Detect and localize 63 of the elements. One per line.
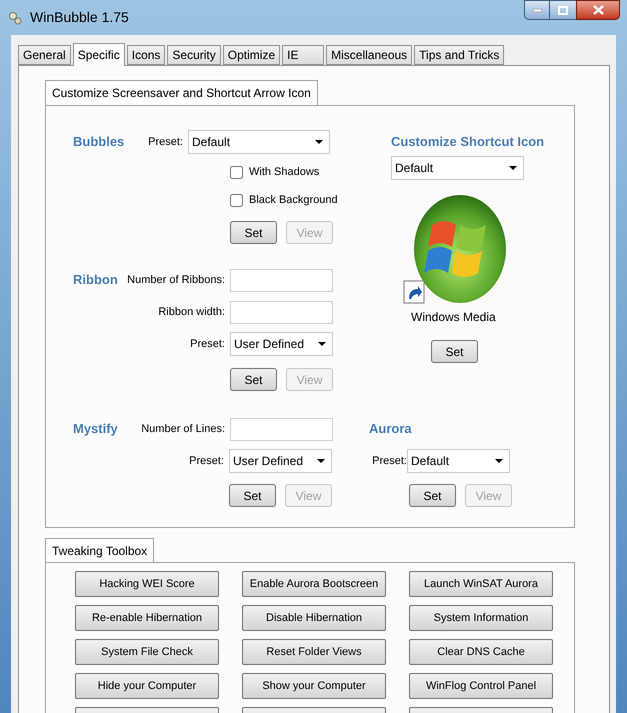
tab[interactable]: IE bbox=[282, 45, 324, 65]
close-button[interactable] bbox=[576, 0, 620, 20]
input-field[interactable] bbox=[230, 300, 333, 324]
toolbox-button[interactable]: Clear DNS Cache bbox=[409, 639, 553, 665]
checkbox[interactable] bbox=[230, 166, 243, 179]
set-button[interactable]: Set bbox=[431, 340, 478, 363]
section-title: Bubbles bbox=[73, 133, 124, 152]
field-label: Preset: bbox=[189, 336, 226, 352]
tab[interactable]: Optimize bbox=[222, 45, 280, 65]
caret-icon bbox=[318, 342, 326, 346]
toolbox-button[interactable]: System Information bbox=[409, 605, 553, 631]
dropdown[interactable]: User Defined bbox=[229, 449, 332, 473]
tab[interactable]: Tips and Tricks bbox=[414, 45, 504, 65]
field-label: Preset: bbox=[371, 454, 407, 469]
caret-icon bbox=[509, 166, 517, 170]
caret-icon bbox=[315, 140, 323, 144]
input-field[interactable] bbox=[230, 418, 333, 440]
dropdown[interactable]: Default bbox=[407, 449, 510, 473]
field-label: Preset: bbox=[188, 454, 225, 469]
set-button[interactable]: Set bbox=[230, 368, 277, 391]
icon-caption: Windows Media bbox=[411, 308, 497, 326]
field-label: Number of Lines: bbox=[140, 422, 226, 437]
tab[interactable]: Miscellaneous bbox=[326, 45, 412, 65]
set-button[interactable]: Set bbox=[409, 484, 456, 507]
minimize-icon bbox=[532, 8, 542, 12]
field-label: Number of Ribbons: bbox=[126, 272, 226, 288]
checkbox-label: With Shadows bbox=[249, 165, 320, 180]
bubble-app-icon bbox=[8, 10, 22, 24]
toolbox-button[interactable]: Disable Hibernation bbox=[242, 605, 386, 631]
tab[interactable]: Specific bbox=[72, 43, 125, 66]
toolbox-button[interactable]: WinFlog Control Panel bbox=[409, 673, 553, 699]
checkbox-label: Black Background bbox=[249, 193, 338, 208]
tab[interactable]: Security bbox=[167, 45, 221, 65]
checkbox[interactable] bbox=[230, 194, 243, 207]
section-title: Ribbon bbox=[73, 271, 118, 290]
dropdown[interactable]: User Defined bbox=[230, 332, 333, 356]
caret-icon bbox=[495, 459, 503, 463]
section-title: Aurora bbox=[369, 420, 412, 438]
caret-icon bbox=[317, 459, 325, 463]
dropdown[interactable]: Default bbox=[391, 156, 524, 180]
toolbox-button[interactable]: System File Check bbox=[75, 639, 219, 665]
toolbox-button[interactable]: Reset Folder Views bbox=[242, 639, 386, 665]
toolbox-button[interactable]: Hide your Computer bbox=[75, 673, 219, 699]
toolbox-button[interactable]: Hacking WEI Score bbox=[75, 571, 219, 597]
maximize-button[interactable] bbox=[550, 0, 576, 20]
window-title: WinBubble 1.75 bbox=[30, 8, 129, 27]
dropdown[interactable]: Default bbox=[188, 130, 330, 154]
maximize-icon bbox=[558, 6, 568, 14]
toolbox-button[interactable]: Show your Computer bbox=[242, 673, 386, 699]
set-button[interactable]: Set bbox=[229, 484, 276, 507]
minimize-button[interactable] bbox=[524, 0, 550, 20]
tab[interactable]: Icons bbox=[126, 45, 166, 65]
toolbox-button[interactable]: Launch WinSAT Aurora bbox=[409, 571, 553, 597]
toolbox-button[interactable]: Enable Aurora Bootscreen bbox=[242, 571, 386, 597]
close-icon bbox=[592, 5, 604, 15]
toolbox-button[interactable]: Re-enable Hibernation bbox=[75, 605, 219, 631]
field-label: Ribbon width: bbox=[157, 304, 226, 320]
field-label: Preset: bbox=[147, 134, 184, 150]
section-title: Mystify bbox=[73, 420, 118, 438]
section-title: Customize Shortcut Icon bbox=[391, 133, 544, 151]
tab[interactable]: General bbox=[18, 45, 71, 65]
input-field[interactable] bbox=[230, 268, 333, 292]
set-button[interactable]: Set bbox=[230, 221, 277, 244]
